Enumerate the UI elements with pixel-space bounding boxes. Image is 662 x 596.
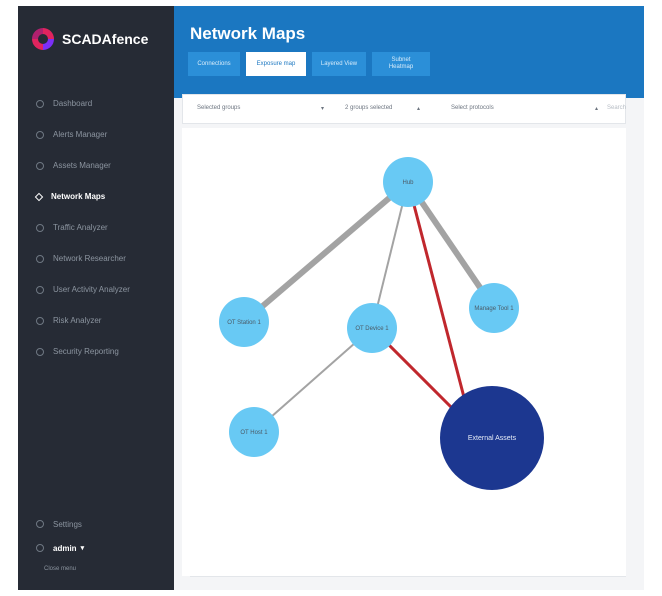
- network-icon: [34, 192, 44, 201]
- dashboard-icon: [36, 99, 44, 108]
- page-header: Network Maps Connections Exposure map La…: [174, 6, 644, 98]
- node-label: Hub: [402, 180, 414, 186]
- gear-icon: [36, 520, 44, 528]
- chevron-down-icon[interactable]: ▾: [321, 105, 324, 112]
- node-label: OT Host 1: [240, 430, 268, 436]
- network-graph: Hub OT Station 1 OT Device 1 Manage Tool…: [219, 157, 544, 490]
- tab-exposure-map[interactable]: Exposure map: [246, 52, 306, 76]
- alerts-icon: [36, 130, 44, 139]
- tab-subnet-heatmap[interactable]: Subnet Heatmap: [372, 52, 430, 76]
- user-name: admin: [53, 543, 77, 553]
- brand-name: SCADAfence: [62, 31, 149, 47]
- sidebar-item-label: Security Reporting: [53, 347, 119, 356]
- sidebar-item-user-activity-analyzer[interactable]: User Activity Analyzer: [18, 274, 174, 305]
- sidebar-item-dashboard[interactable]: Dashboard: [18, 88, 174, 119]
- sidebar-footer: Settings admin ▾ Close menu: [18, 512, 174, 578]
- chevron-down-icon[interactable]: ▴: [595, 105, 598, 112]
- node-label: Manage Tool 1: [474, 306, 514, 312]
- tab-layered-view[interactable]: Layered View: [312, 52, 366, 76]
- sidebar-item-alerts-manager[interactable]: Alerts Manager: [18, 119, 174, 150]
- groups-selected-dropdown[interactable]: 2 groups selected: [345, 105, 392, 111]
- close-menu-button[interactable]: Close menu: [18, 560, 174, 578]
- node-hub[interactable]: Hub: [383, 157, 433, 207]
- node-manage-tool[interactable]: Manage Tool 1: [469, 283, 519, 333]
- assets-icon: [36, 161, 44, 170]
- sidebar-item-label: Network Researcher: [53, 254, 126, 263]
- risk-icon: [36, 316, 44, 325]
- close-menu-label: Close menu: [44, 566, 77, 572]
- group-select[interactable]: Selected groups: [197, 105, 240, 111]
- brand[interactable]: SCADAfence: [32, 28, 148, 50]
- page-title: Network Maps: [190, 24, 306, 43]
- node-ot-device[interactable]: OT Device 1: [347, 303, 397, 353]
- sidebar-item-label: Alerts Manager: [53, 130, 108, 139]
- sidebar-nav: Dashboard Alerts Manager Assets Manager …: [18, 88, 174, 367]
- node-ot-station[interactable]: OT Station 1: [219, 297, 269, 347]
- chevron-down-icon[interactable]: ▴: [417, 105, 420, 112]
- link-hub-ot-station: [242, 179, 410, 325]
- report-icon: [36, 347, 44, 356]
- sidebar-item-label: Assets Manager: [53, 161, 111, 170]
- node-label: OT Device 1: [355, 326, 389, 332]
- node-label: OT Station 1: [227, 320, 261, 326]
- sidebar-item-label: Network Maps: [51, 192, 106, 201]
- sidebar-item-risk-analyzer[interactable]: Risk Analyzer: [18, 305, 174, 336]
- exposure-map[interactable]: Hub OT Station 1 OT Device 1 Manage Tool…: [182, 128, 626, 576]
- traffic-icon: [36, 223, 44, 232]
- chevron-down-icon: ▾: [80, 545, 85, 552]
- link-hub-external: [406, 181, 474, 429]
- logo-icon: [32, 28, 54, 50]
- sidebar-item-label: Risk Analyzer: [53, 316, 102, 325]
- filter-bar: Selected groups ▾ 2 groups selected ▴ Se…: [182, 94, 626, 124]
- sidebar-item-network-researcher[interactable]: Network Researcher: [18, 243, 174, 274]
- tab-connections[interactable]: Connections: [188, 52, 240, 76]
- sidebar-item-traffic-analyzer[interactable]: Traffic Analyzer: [18, 212, 174, 243]
- user-menu[interactable]: admin ▾: [18, 536, 174, 560]
- sidebar-item-network-maps[interactable]: Network Maps: [18, 181, 174, 212]
- settings-link[interactable]: Settings: [18, 512, 174, 536]
- sidebar-item-label: User Activity Analyzer: [53, 285, 130, 294]
- node-ot-host[interactable]: OT Host 1: [229, 407, 279, 457]
- divider: [190, 576, 626, 577]
- user-activity-icon: [36, 285, 44, 294]
- sidebar: SCADAfence Dashboard Alerts Manager Asse…: [18, 6, 174, 590]
- settings-label: Settings: [53, 519, 82, 529]
- user-icon: [36, 544, 44, 552]
- view-tabs: Connections Exposure map Layered View Su…: [188, 52, 436, 76]
- research-icon: [36, 254, 44, 263]
- node-label: External Assets: [468, 435, 517, 442]
- sidebar-item-security-reporting[interactable]: Security Reporting: [18, 336, 174, 367]
- search-input[interactable]: Search: [607, 105, 626, 111]
- sidebar-item-label: Traffic Analyzer: [53, 223, 108, 232]
- sidebar-item-assets-manager[interactable]: Assets Manager: [18, 150, 174, 181]
- protocols-select[interactable]: Select protocols: [451, 105, 494, 111]
- node-external-assets[interactable]: External Assets: [440, 386, 544, 490]
- sidebar-item-label: Dashboard: [53, 99, 93, 108]
